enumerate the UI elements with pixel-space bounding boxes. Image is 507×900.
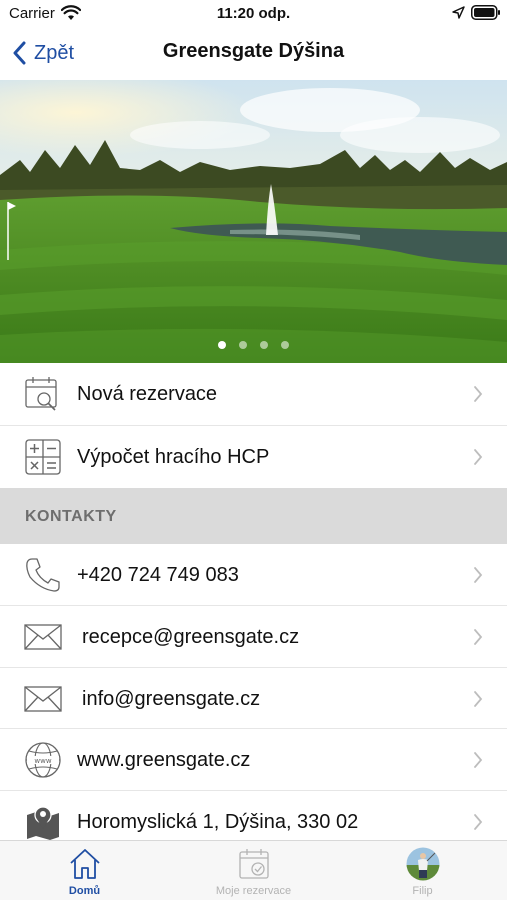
tab-profile[interactable]: Filip	[338, 847, 507, 899]
carousel-dot[interactable]	[239, 341, 247, 349]
info-email-row[interactable]: info@greensgate.cz	[0, 668, 507, 730]
phone-label: +420 724 749 083	[77, 563, 239, 586]
hcp-calculator-label: Výpočet hracího HCP	[77, 445, 270, 468]
clock: 11:20 odp.	[216, 5, 291, 22]
home-icon	[69, 849, 100, 879]
reception-email-label: recepce@greensgate.cz	[82, 625, 300, 648]
envelope-icon	[24, 686, 62, 712]
chevron-right-icon	[474, 449, 483, 465]
avatar	[406, 847, 439, 881]
reception-email-row[interactable]: recepce@greensgate.cz	[0, 606, 507, 668]
calculator-icon	[25, 439, 61, 475]
map-pin-icon	[27, 806, 59, 840]
chevron-right-icon	[474, 629, 483, 645]
location-arrow-icon	[452, 6, 465, 19]
battery-icon	[471, 5, 500, 20]
golf-course-photo	[0, 80, 507, 363]
address-label: Horomyslická 1, Dýšina, 330 02	[77, 810, 359, 833]
calendar-check-icon	[238, 849, 269, 879]
info-email-label: info@greensgate.cz	[82, 687, 261, 710]
tab-home[interactable]: Domů	[0, 847, 169, 899]
chevron-right-icon	[474, 386, 483, 402]
tab-home-label: Domů	[68, 885, 101, 897]
chevron-right-icon	[474, 567, 483, 583]
hcp-calculator-row[interactable]: Výpočet hracího HCP	[0, 426, 507, 488]
status-bar: Carrier 11:20 odp.	[0, 0, 507, 28]
tab-profile-label: Filip	[412, 885, 433, 897]
envelope-icon	[24, 624, 62, 650]
section-title: KONTAKTY	[25, 508, 117, 525]
globe-icon: www	[25, 742, 61, 778]
carousel-dot[interactable]	[281, 341, 289, 349]
page-title: Greensgate Dýšina	[162, 40, 345, 62]
website-row[interactable]: www www.greensgate.cz	[0, 729, 507, 791]
tab-my-reservations-label: Moje rezervace	[215, 885, 292, 897]
chevron-right-icon	[474, 691, 483, 707]
tab-my-reservations[interactable]: Moje rezervace	[169, 847, 338, 899]
chevron-right-icon	[474, 752, 483, 768]
chevron-right-icon	[474, 814, 483, 830]
phone-row[interactable]: +420 724 749 083	[0, 544, 507, 606]
navigation-bar: Zpět Greensgate Dýšina	[0, 28, 507, 78]
new-reservation-row[interactable]: Nová rezervace	[0, 363, 507, 425]
tab-bar: Domů Moje rezervace Filip	[0, 840, 507, 900]
new-reservation-label: Nová rezervace	[77, 382, 218, 405]
calendar-search-icon	[25, 377, 57, 411]
phone-icon	[26, 558, 60, 592]
hero-image-carousel[interactable]	[0, 80, 507, 363]
contacts-section-header: KONTAKTY	[0, 488, 507, 544]
carousel-page-indicator[interactable]	[0, 341, 507, 349]
website-label: www.greensgate.cz	[77, 748, 251, 771]
carousel-dot[interactable]	[218, 341, 226, 349]
carousel-dot[interactable]	[260, 341, 268, 349]
svg-text:www: www	[34, 757, 51, 765]
